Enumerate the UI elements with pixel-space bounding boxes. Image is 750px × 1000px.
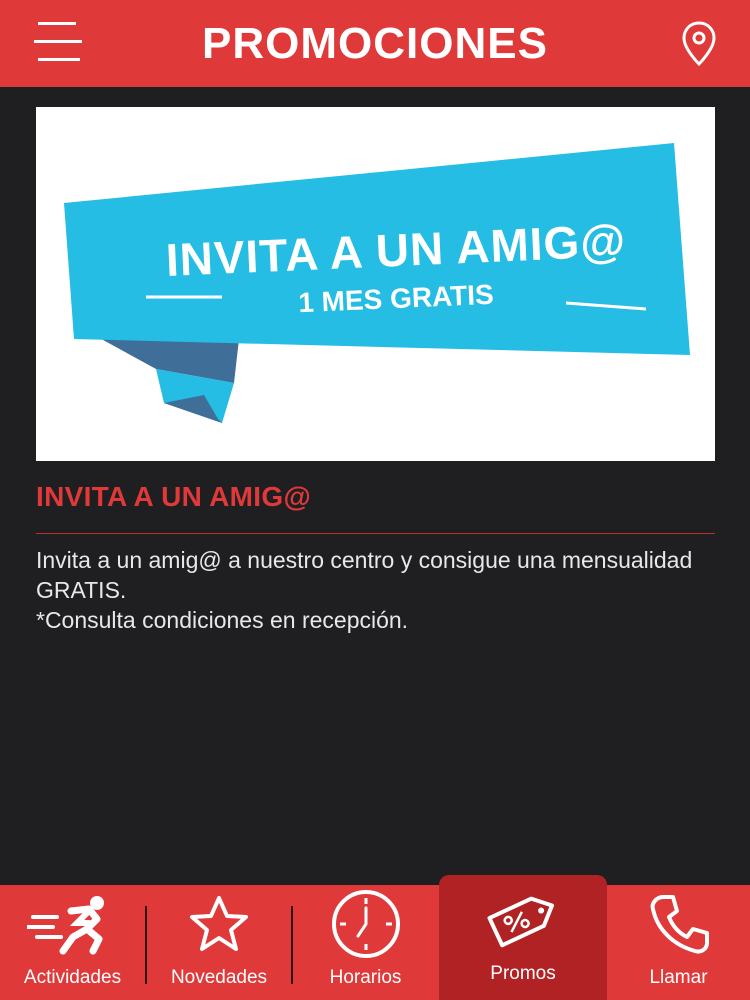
running-person-icon [26, 885, 119, 963]
star-icon [189, 885, 249, 963]
phone-icon [649, 885, 709, 963]
nav-tab-label: Promos [490, 963, 556, 984]
title-divider [36, 533, 715, 534]
nav-tab-label: Novedades [170, 967, 268, 988]
nav-tab-label: Llamar [649, 967, 708, 988]
nav-tab-horarios[interactable]: Horarios [293, 885, 438, 1000]
page-title: PROMOCIONES [202, 18, 548, 68]
clock-icon [330, 885, 402, 963]
nav-tab-label: Actividades [23, 967, 122, 988]
nav-tab-novedades[interactable]: Novedades [147, 885, 291, 1000]
hamburger-menu-icon[interactable] [34, 20, 86, 64]
nav-tab-label: Horarios [329, 967, 402, 988]
percent-tag-icon [483, 875, 563, 963]
nav-tab-actividades[interactable]: Actividades [0, 885, 145, 1000]
app-header: PROMOCIONES [0, 0, 750, 87]
promo-conditions-text: *Consulta condiciones en recepción. [36, 607, 409, 633]
promo-title: INVITA A UN AMIG@ [36, 481, 312, 512]
promo-body-text: Invita a un amig@ a nuestro centro y con… [36, 547, 693, 603]
promo-description: Invita a un amig@ a nuestro centro y con… [36, 545, 716, 635]
promo-banner-image: INVITA A UN AMIG@ 1 MES GRATIS [36, 107, 715, 461]
nav-tab-promos[interactable]: Promos [439, 875, 607, 1000]
nav-tab-llamar[interactable]: Llamar [607, 885, 750, 1000]
location-pin-icon[interactable] [680, 20, 718, 68]
